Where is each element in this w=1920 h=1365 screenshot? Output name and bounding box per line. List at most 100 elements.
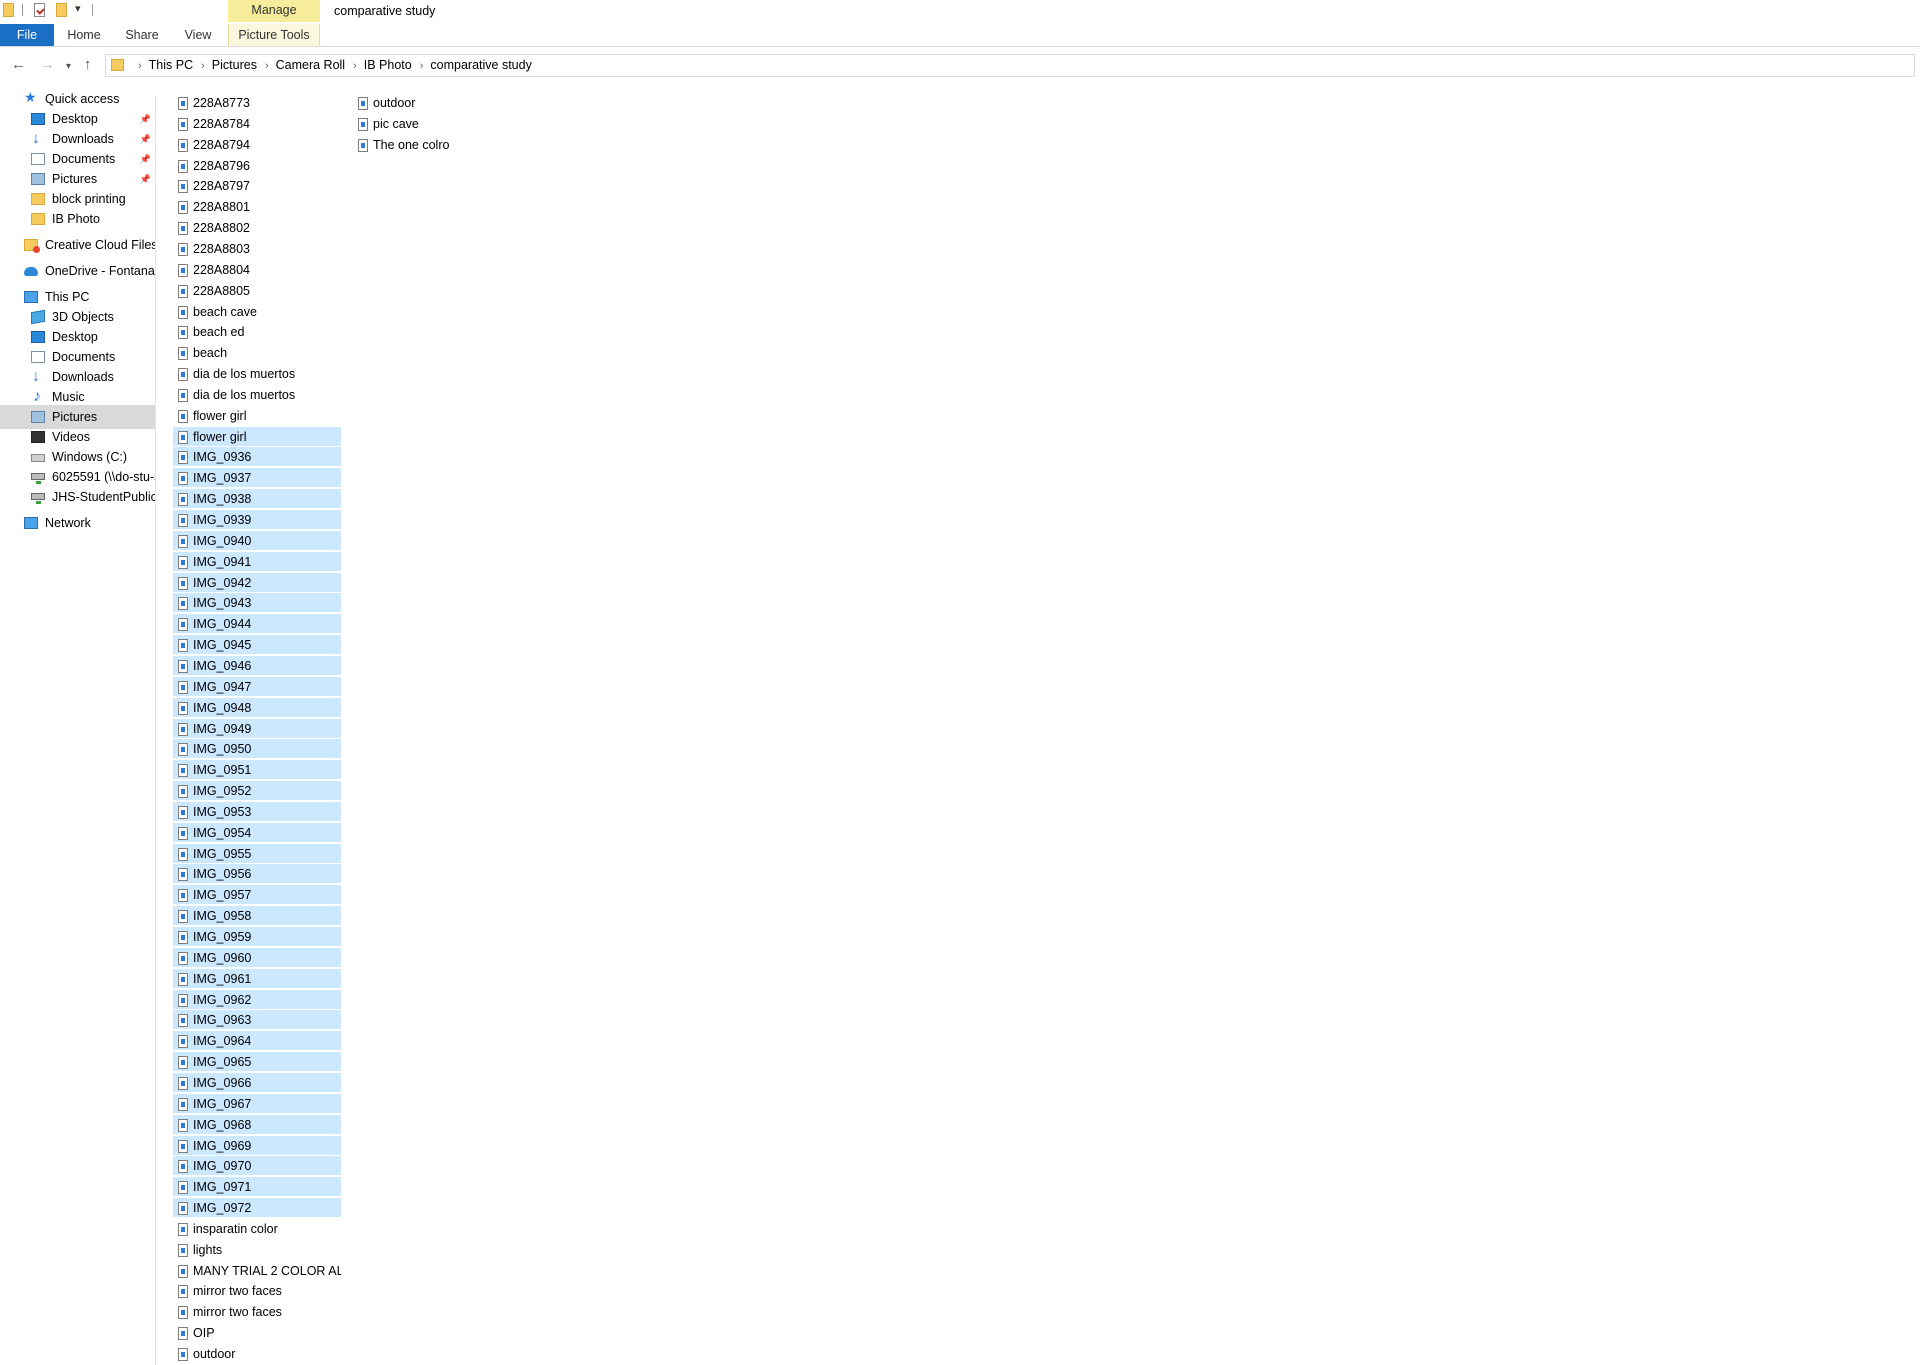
- tab-picture-tools[interactable]: Picture Tools: [228, 24, 320, 46]
- properties-icon[interactable]: [34, 3, 45, 17]
- manage-contextual-tab[interactable]: Manage: [228, 0, 320, 22]
- sidebar-item-creative-cloud-files[interactable]: Creative Cloud Files: [0, 233, 155, 257]
- breadcrumb-item[interactable]: Camera Roll: [276, 58, 345, 72]
- file-item[interactable]: dia de los muertos: [173, 364, 341, 384]
- file-item[interactable]: flower girl: [173, 427, 341, 447]
- up-arrow-icon[interactable]: ↑: [84, 56, 92, 74]
- file-item[interactable]: IMG_0949: [173, 719, 341, 739]
- file-item[interactable]: IMG_0939: [173, 510, 341, 530]
- sidebar-item-jhs-studentpublic[interactable]: JHS-StudentPublic$: [0, 485, 155, 509]
- file-item[interactable]: 228A8802: [173, 218, 341, 238]
- breadcrumb-separator-icon[interactable]: ›: [420, 60, 424, 72]
- file-item[interactable]: IMG_0937: [173, 468, 341, 488]
- sidebar-item-ib-photo[interactable]: IB Photo: [0, 207, 155, 231]
- file-item[interactable]: IMG_0958: [173, 906, 341, 926]
- file-item[interactable]: flower girl: [173, 406, 341, 426]
- file-item[interactable]: IMG_0948: [173, 698, 341, 718]
- file-item[interactable]: IMG_0956: [173, 864, 341, 884]
- file-item[interactable]: 228A8796: [173, 156, 341, 176]
- breadcrumb-item[interactable]: Pictures: [212, 58, 257, 72]
- file-item[interactable]: IMG_0962: [173, 990, 341, 1010]
- sidebar-item-onedrive-fontana-u[interactable]: OneDrive - Fontana U: [0, 259, 155, 283]
- file-item[interactable]: IMG_0952: [173, 781, 341, 801]
- back-arrow-icon[interactable]: ←: [11, 56, 26, 74]
- file-item[interactable]: IMG_0965: [173, 1052, 341, 1072]
- folder-icon[interactable]: [3, 3, 14, 17]
- file-item[interactable]: pic cave: [353, 114, 513, 134]
- file-item[interactable]: IMG_0947: [173, 677, 341, 697]
- file-item[interactable]: IMG_0968: [173, 1115, 341, 1135]
- file-item[interactable]: IMG_0944: [173, 614, 341, 634]
- image-file-icon: [178, 973, 188, 986]
- tab-file[interactable]: File: [0, 24, 54, 46]
- file-item[interactable]: IMG_0943: [173, 593, 341, 613]
- address-box[interactable]: › This PC › Pictures › Camera Roll › IB Photo › c…: [105, 54, 1915, 77]
- file-item[interactable]: The one colro: [353, 135, 513, 155]
- file-item[interactable]: IMG_0955: [173, 844, 341, 864]
- file-item[interactable]: IMG_0954: [173, 823, 341, 843]
- recent-locations-chevron-icon[interactable]: ▾: [66, 58, 71, 76]
- file-item[interactable]: 228A8801: [173, 197, 341, 217]
- file-item[interactable]: 228A8803: [173, 239, 341, 259]
- breadcrumb-separator-icon[interactable]: ›: [201, 60, 205, 72]
- file-item[interactable]: IMG_0951: [173, 760, 341, 780]
- file-item[interactable]: insparatin color: [173, 1219, 341, 1239]
- tab-home[interactable]: Home: [62, 24, 106, 46]
- file-item[interactable]: lights: [173, 1240, 341, 1260]
- file-item[interactable]: beach ed: [173, 322, 341, 342]
- breadcrumb-separator-icon[interactable]: ›: [138, 60, 142, 72]
- file-item[interactable]: 228A8794: [173, 135, 341, 155]
- tab-share[interactable]: Share: [120, 24, 164, 46]
- file-item[interactable]: mirror two faces: [173, 1281, 341, 1301]
- file-item[interactable]: 228A8784: [173, 114, 341, 134]
- file-item[interactable]: mirror two faces: [173, 1302, 341, 1322]
- sidebar-item-network[interactable]: Network: [0, 511, 155, 535]
- file-item[interactable]: IMG_0938: [173, 489, 341, 509]
- image-file-icon: [178, 347, 188, 360]
- file-name: IMG_0968: [193, 1118, 252, 1132]
- file-item[interactable]: OIP: [173, 1323, 341, 1343]
- file-item[interactable]: IMG_0945: [173, 635, 341, 655]
- file-item[interactable]: IMG_0941: [173, 552, 341, 572]
- file-item[interactable]: IMG_0950: [173, 739, 341, 759]
- file-item[interactable]: IMG_0940: [173, 531, 341, 551]
- file-item[interactable]: outdoor: [173, 1344, 341, 1364]
- file-item[interactable]: IMG_0971: [173, 1177, 341, 1197]
- file-item[interactable]: 228A8804: [173, 260, 341, 280]
- file-item[interactable]: IMG_0961: [173, 969, 341, 989]
- image-file-icon: [178, 306, 188, 319]
- file-item[interactable]: IMG_0970: [173, 1156, 341, 1176]
- customize-quick-access-dropdown-icon[interactable]: ▾: [75, 2, 81, 15]
- file-item[interactable]: dia de los muertos: [173, 385, 341, 405]
- file-item[interactable]: 228A8797: [173, 176, 341, 196]
- tab-view[interactable]: View: [178, 24, 218, 46]
- file-item[interactable]: MANY TRIAL 2 COLOR ALE: [173, 1261, 341, 1281]
- forward-arrow-icon[interactable]: →: [40, 56, 55, 74]
- file-item[interactable]: IMG_0942: [173, 573, 341, 593]
- breadcrumb-separator-icon[interactable]: ›: [353, 60, 357, 72]
- file-item[interactable]: 228A8805: [173, 281, 341, 301]
- file-item[interactable]: IMG_0963: [173, 1010, 341, 1030]
- breadcrumb-item[interactable]: IB Photo: [364, 58, 412, 72]
- breadcrumb-item[interactable]: comparative study: [430, 58, 531, 72]
- file-item[interactable]: IMG_0960: [173, 948, 341, 968]
- file-item[interactable]: IMG_0946: [173, 656, 341, 676]
- file-item[interactable]: 228A8773: [173, 93, 341, 113]
- file-item[interactable]: IMG_0957: [173, 885, 341, 905]
- file-item[interactable]: IMG_0967: [173, 1094, 341, 1114]
- file-item[interactable]: beach: [173, 343, 341, 363]
- breadcrumb-item[interactable]: This PC: [149, 58, 193, 72]
- file-item[interactable]: IMG_0966: [173, 1073, 341, 1093]
- file-item[interactable]: outdoor: [353, 93, 513, 113]
- breadcrumb-separator-icon[interactable]: ›: [265, 60, 269, 72]
- file-item[interactable]: beach cave: [173, 302, 341, 322]
- file-item[interactable]: IMG_0964: [173, 1031, 341, 1051]
- folder-icon: [111, 59, 124, 71]
- file-name: IMG_0962: [193, 993, 252, 1007]
- new-folder-icon[interactable]: [56, 3, 67, 17]
- file-item[interactable]: IMG_0953: [173, 802, 341, 822]
- file-item[interactable]: IMG_0969: [173, 1136, 341, 1156]
- file-item[interactable]: IMG_0936: [173, 447, 341, 467]
- file-item[interactable]: IMG_0959: [173, 927, 341, 947]
- file-item[interactable]: IMG_0972: [173, 1198, 341, 1218]
